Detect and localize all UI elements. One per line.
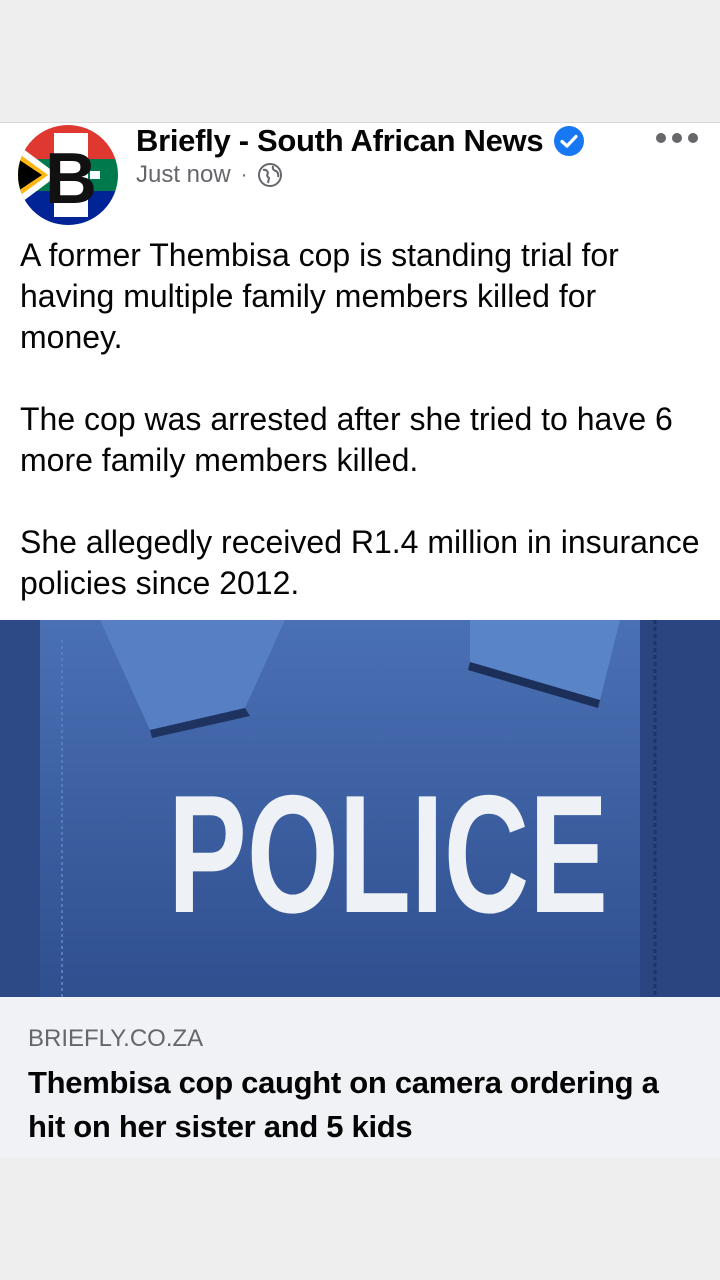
feed-post: B Briefly - South African News Just now …: [0, 122, 720, 1157]
link-domain: BRIEFLY.CO.ZA: [28, 1025, 204, 1052]
globe-icon: [258, 163, 283, 187]
post-paragraph: A former Thembisa cop is standing trial …: [20, 237, 619, 355]
post-image[interactable]: POLICE: [0, 620, 720, 997]
post-paragraph: The cop was arrested after she tried to …: [20, 401, 673, 478]
post-message: A former Thembisa cop is standing trial …: [20, 235, 700, 645]
more-options-icon[interactable]: [656, 133, 698, 143]
post-timestamp[interactable]: Just now: [136, 161, 231, 189]
link-preview-card[interactable]: BRIEFLY.CO.ZA Thembisa cop caught on cam…: [0, 997, 720, 1157]
meta-separator: ·: [240, 163, 248, 186]
police-text: POLICE: [168, 760, 608, 948]
post-paragraph: She allegedly received R1.4 million in i…: [20, 524, 700, 601]
police-vest-image: POLICE: [0, 620, 720, 997]
page-name-row: Briefly - South African News: [136, 123, 585, 159]
page-name[interactable]: Briefly - South African News: [136, 123, 544, 159]
page-avatar[interactable]: B: [18, 125, 118, 225]
link-title[interactable]: Thembisa cop caught on camera ordering a…: [28, 1061, 698, 1149]
verified-badge-icon: [554, 126, 585, 156]
post-header: B Briefly - South African News Just now …: [0, 123, 720, 225]
post-meta: Just now ·: [136, 161, 283, 189]
svg-text:B: B: [45, 139, 97, 219]
